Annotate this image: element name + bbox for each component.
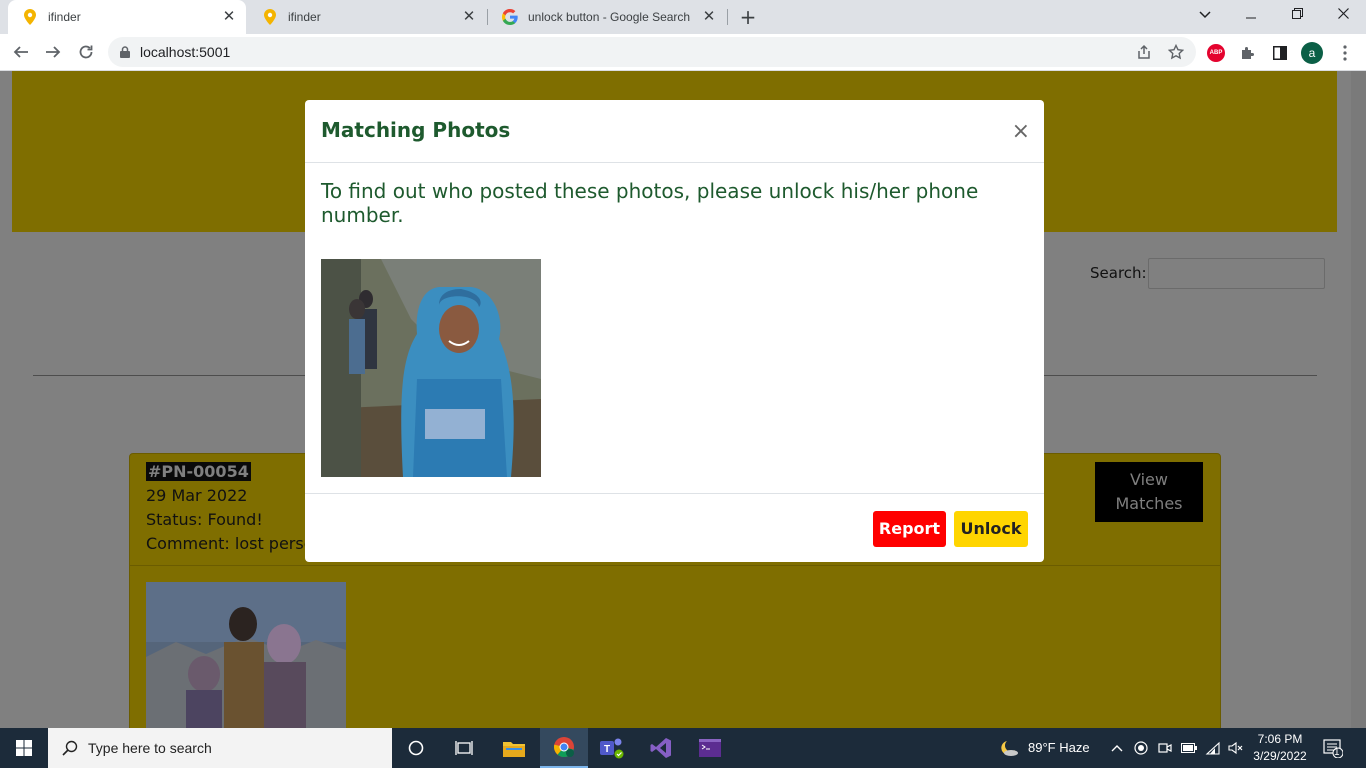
google-icon [502,9,518,25]
chrome-taskbar-icon[interactable] [540,728,588,768]
matching-photos-modal: Matching Photos × To find out who posted… [305,100,1044,562]
close-window-button[interactable] [1320,0,1366,30]
restore-button[interactable] [1274,0,1320,30]
unlock-message: To find out who posted these photos, ple… [321,179,979,227]
back-icon[interactable] [8,39,34,65]
search-input[interactable] [1148,258,1325,289]
view-matches-button[interactable]: View Matches [1095,462,1203,522]
reload-icon[interactable] [73,39,99,65]
system-clock[interactable]: 7:06 PM 3/29/2022 [1250,731,1310,765]
search-label: Search: [1090,264,1147,282]
meet-now-icon[interactable] [1155,738,1175,758]
file-explorer-icon[interactable] [490,728,538,768]
battery-icon[interactable] [1179,738,1199,758]
taskbar-search-box[interactable]: Type here to search [48,728,392,768]
lock-icon[interactable] [120,46,130,58]
modal-title: Matching Photos [321,118,511,142]
tab-title: unlock button - Google Search [528,10,691,24]
weather-text[interactable]: 89°F Haze [1028,740,1090,755]
page-scrollbar[interactable] [1351,71,1366,728]
clock-time: 7:06 PM [1257,732,1303,746]
extensions-puzzle-icon[interactable] [1237,42,1259,64]
tab-title: ifinder [288,10,321,24]
record-icon[interactable] [1131,738,1151,758]
tab-search-chevron-icon[interactable] [1182,0,1228,30]
matching-photo[interactable] [321,259,541,477]
post-photo [146,582,346,728]
modal-footer: Report Unlock [305,493,1044,562]
tab-separator [727,9,728,25]
browser-toolbar: localhost:5001 ABP a [0,34,1366,71]
bookmark-star-icon[interactable] [1164,39,1188,65]
svg-text:T: T [604,744,610,755]
close-tab-icon[interactable]: ✕ [700,8,718,26]
cortana-icon[interactable] [392,728,440,768]
profile-avatar[interactable]: a [1301,42,1323,64]
browser-tab-strip: ifinder ✕ ifinder ✕ unlock button - Goog… [0,0,1366,34]
wifi-icon[interactable] [1203,738,1223,758]
share-icon[interactable] [1132,39,1156,65]
terminal-icon[interactable] [686,728,734,768]
url-text: localhost:5001 [140,44,231,60]
post-status: Status: Found! [146,510,263,529]
minimize-button[interactable] [1228,0,1274,30]
tab-ifinder-2[interactable]: ifinder ✕ [248,0,486,34]
post-id: #PN-00054 [146,462,251,481]
visual-studio-icon[interactable] [637,728,685,768]
map-pin-icon [262,9,278,25]
tab-ifinder-1[interactable]: ifinder ✕ [8,0,246,34]
taskbar-search-placeholder: Type here to search [88,740,212,756]
windows-start-icon[interactable] [0,728,48,768]
close-tab-icon[interactable]: ✕ [460,8,478,26]
windows-taskbar: Type here to search T 89°F Haze 7:06 PM … [0,728,1366,768]
browser-menu-icon[interactable] [1334,42,1356,64]
close-icon[interactable]: × [1012,121,1030,143]
chevron-up-icon[interactable] [1107,738,1127,758]
tab-title: ifinder [48,10,81,24]
task-view-icon[interactable] [440,728,488,768]
volume-muted-icon[interactable] [1226,738,1246,758]
clock-date: 3/29/2022 [1253,749,1307,763]
forward-icon[interactable] [40,39,66,65]
adblock-plus-icon[interactable]: ABP [1205,42,1227,64]
post-date: 29 Mar 2022 [146,486,248,505]
search-icon [62,740,78,756]
address-bar[interactable]: localhost:5001 [108,37,1196,67]
weather-moon-icon[interactable] [996,738,1020,758]
notifications-icon[interactable] [1322,737,1344,759]
report-button[interactable]: Report [873,511,946,547]
new-tab-button[interactable]: + [737,6,759,28]
close-tab-icon[interactable]: ✕ [220,8,238,26]
teams-icon[interactable]: T [588,728,636,768]
unlock-button[interactable]: Unlock [954,511,1028,547]
side-panel-icon[interactable] [1269,42,1291,64]
tab-google-search[interactable]: unlock button - Google Search ✕ [488,0,726,34]
notification-count: 1 [1334,747,1340,758]
post-comment: Comment: lost perso [146,534,314,553]
map-pin-icon [22,9,38,25]
modal-header: Matching Photos × [305,100,1044,163]
